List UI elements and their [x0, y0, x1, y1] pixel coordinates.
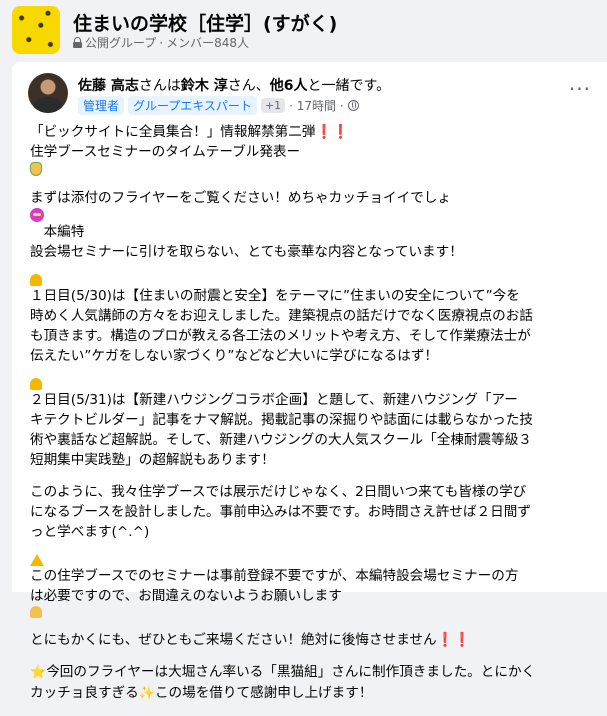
group-privacy: 公開グループ — [85, 36, 157, 50]
clap-emoji-icon — [30, 162, 42, 176]
lock-icon — [73, 37, 82, 48]
post-author-line: 佐藤 高志さんは鈴木 淳さん、他6人と一緒です。 — [78, 75, 390, 95]
sparkle-emoji-icon: ✨ — [138, 686, 155, 701]
meta-separator: · — [159, 35, 164, 50]
star-emoji-icon: ⭐ — [30, 665, 47, 680]
body-line: カッチョ良すぎる✨この場を借りて感謝申し上げます！ — [30, 685, 373, 701]
body-line: このように、我々住学ブースでは展示だけじゃなく、2日間いつ来ても皆様の学び — [30, 484, 527, 500]
body-line: とにもかくにも、ぜひともご来場ください！絶対に後悔させません❗❗ — [30, 632, 471, 648]
group-cover-thumbnail[interactable] — [12, 6, 60, 54]
pray-emoji-icon — [30, 606, 42, 618]
exclaim-emoji: ❗❗ — [436, 632, 471, 648]
exclaim-emoji: ❗❗ — [315, 124, 350, 140]
body-line: になるブースを設計しました。事前申込みは不要です。お時間さえ許せば２日間ず — [30, 504, 531, 520]
body-line: 設会場セミナーに引けを取らない、とても豪華な内容となっています！ — [30, 244, 463, 260]
tagged-mid: さん、 — [227, 78, 270, 94]
post-options-button[interactable]: ··· — [569, 79, 591, 99]
more-badges[interactable]: +1 — [260, 98, 286, 113]
warning-emoji-icon — [30, 554, 44, 566]
body-line: っと学べます(^.^) — [30, 524, 150, 540]
body-line: この住学ブースでのセミナーは事前登録不要ですが、本編特設会場セミナーの方 — [30, 554, 596, 586]
group-meta: 公開グループ · メンバー848人 — [73, 34, 249, 51]
body-line: まずは添付のフライヤーをご覧ください！めちゃカッチョイイでしょ 本編特 — [30, 190, 451, 240]
group-name[interactable]: 住まいの学校［住学］(すがく) — [73, 9, 337, 36]
post-card: 佐藤 高志さんは鈴木 淳さん、他6人と一緒です。 管理者 グループエキスパート … — [12, 62, 607, 701]
body-line: は必要ですので、お間違えのないようお願いします — [30, 586, 596, 618]
globe-icon — [347, 100, 359, 111]
group-header: 住まいの学校［住学］(すがく) 公開グループ · メンバー848人 — [0, 0, 607, 62]
expert-badge[interactable]: グループエキスパート — [128, 96, 257, 115]
group-member-count[interactable]: メンバー848人 — [166, 34, 249, 51]
body-line: も頂きます。構造のプロが教える各工法のメリットや考え方、そして作業療法士が — [30, 328, 531, 344]
body-line: 伝えたい”ケガをしない家づくり”などなど大いに学びになるはず！ — [30, 348, 439, 364]
with-suffix: と一緒です。 — [307, 78, 391, 94]
author-name[interactable]: 佐藤 高志 — [78, 78, 139, 94]
post-text: 「ビックサイトに全員集合！」情報解禁第二弾❗❗ 住学ブースセミナーのタイムテーブ… — [30, 122, 596, 716]
star-eyes-emoji-icon — [30, 208, 44, 222]
bell-emoji-icon — [30, 378, 42, 390]
bell-emoji-icon — [30, 274, 42, 286]
others-link[interactable]: 他6人 — [270, 78, 308, 94]
body-line: ２日目(5/31)は【新建ハウジングコラボ企画】と題して、新建ハウジング「アー — [30, 378, 596, 410]
body-line: 術や裏話など超解説。そして、新建ハウジングの大人気スクール「全棟耐震等級３ — [30, 432, 532, 448]
with-text: さんは — [138, 78, 181, 94]
body-line: ⭐今回のフライヤーは大堀さん率いる「黒猫組」さんに制作頂きました。とにかく — [30, 664, 536, 680]
tagged-person[interactable]: 鈴木 淳 — [181, 78, 228, 94]
body-line: キテクトビルダー」記事をナマ解説。掲載記事の深掘りや誌面には載らなかった技 — [30, 412, 533, 428]
badge-row: 管理者 グループエキスパート +1 · 17時間 · — [78, 96, 359, 115]
post-time[interactable]: · 17時間 · — [289, 97, 344, 114]
body-line: 時めく人気講師の方々をお迎えしました。建築視点の話だけでなく医療視点のお話 — [30, 308, 533, 324]
avatar[interactable] — [28, 73, 68, 113]
body-line: 短期集中実践塾」の超解説もあります！ — [30, 452, 275, 468]
admin-badge[interactable]: 管理者 — [78, 96, 125, 115]
body-line: 「ビックサイトに全員集合！」情報解禁第二弾❗❗ — [30, 124, 350, 140]
body-line: １日目(5/30)は【住まいの耐震と安全】をテーマに”住まいの安全について”今を — [30, 274, 596, 306]
body-line: 住学ブースセミナーのタイムテーブル発表ー — [30, 142, 596, 176]
